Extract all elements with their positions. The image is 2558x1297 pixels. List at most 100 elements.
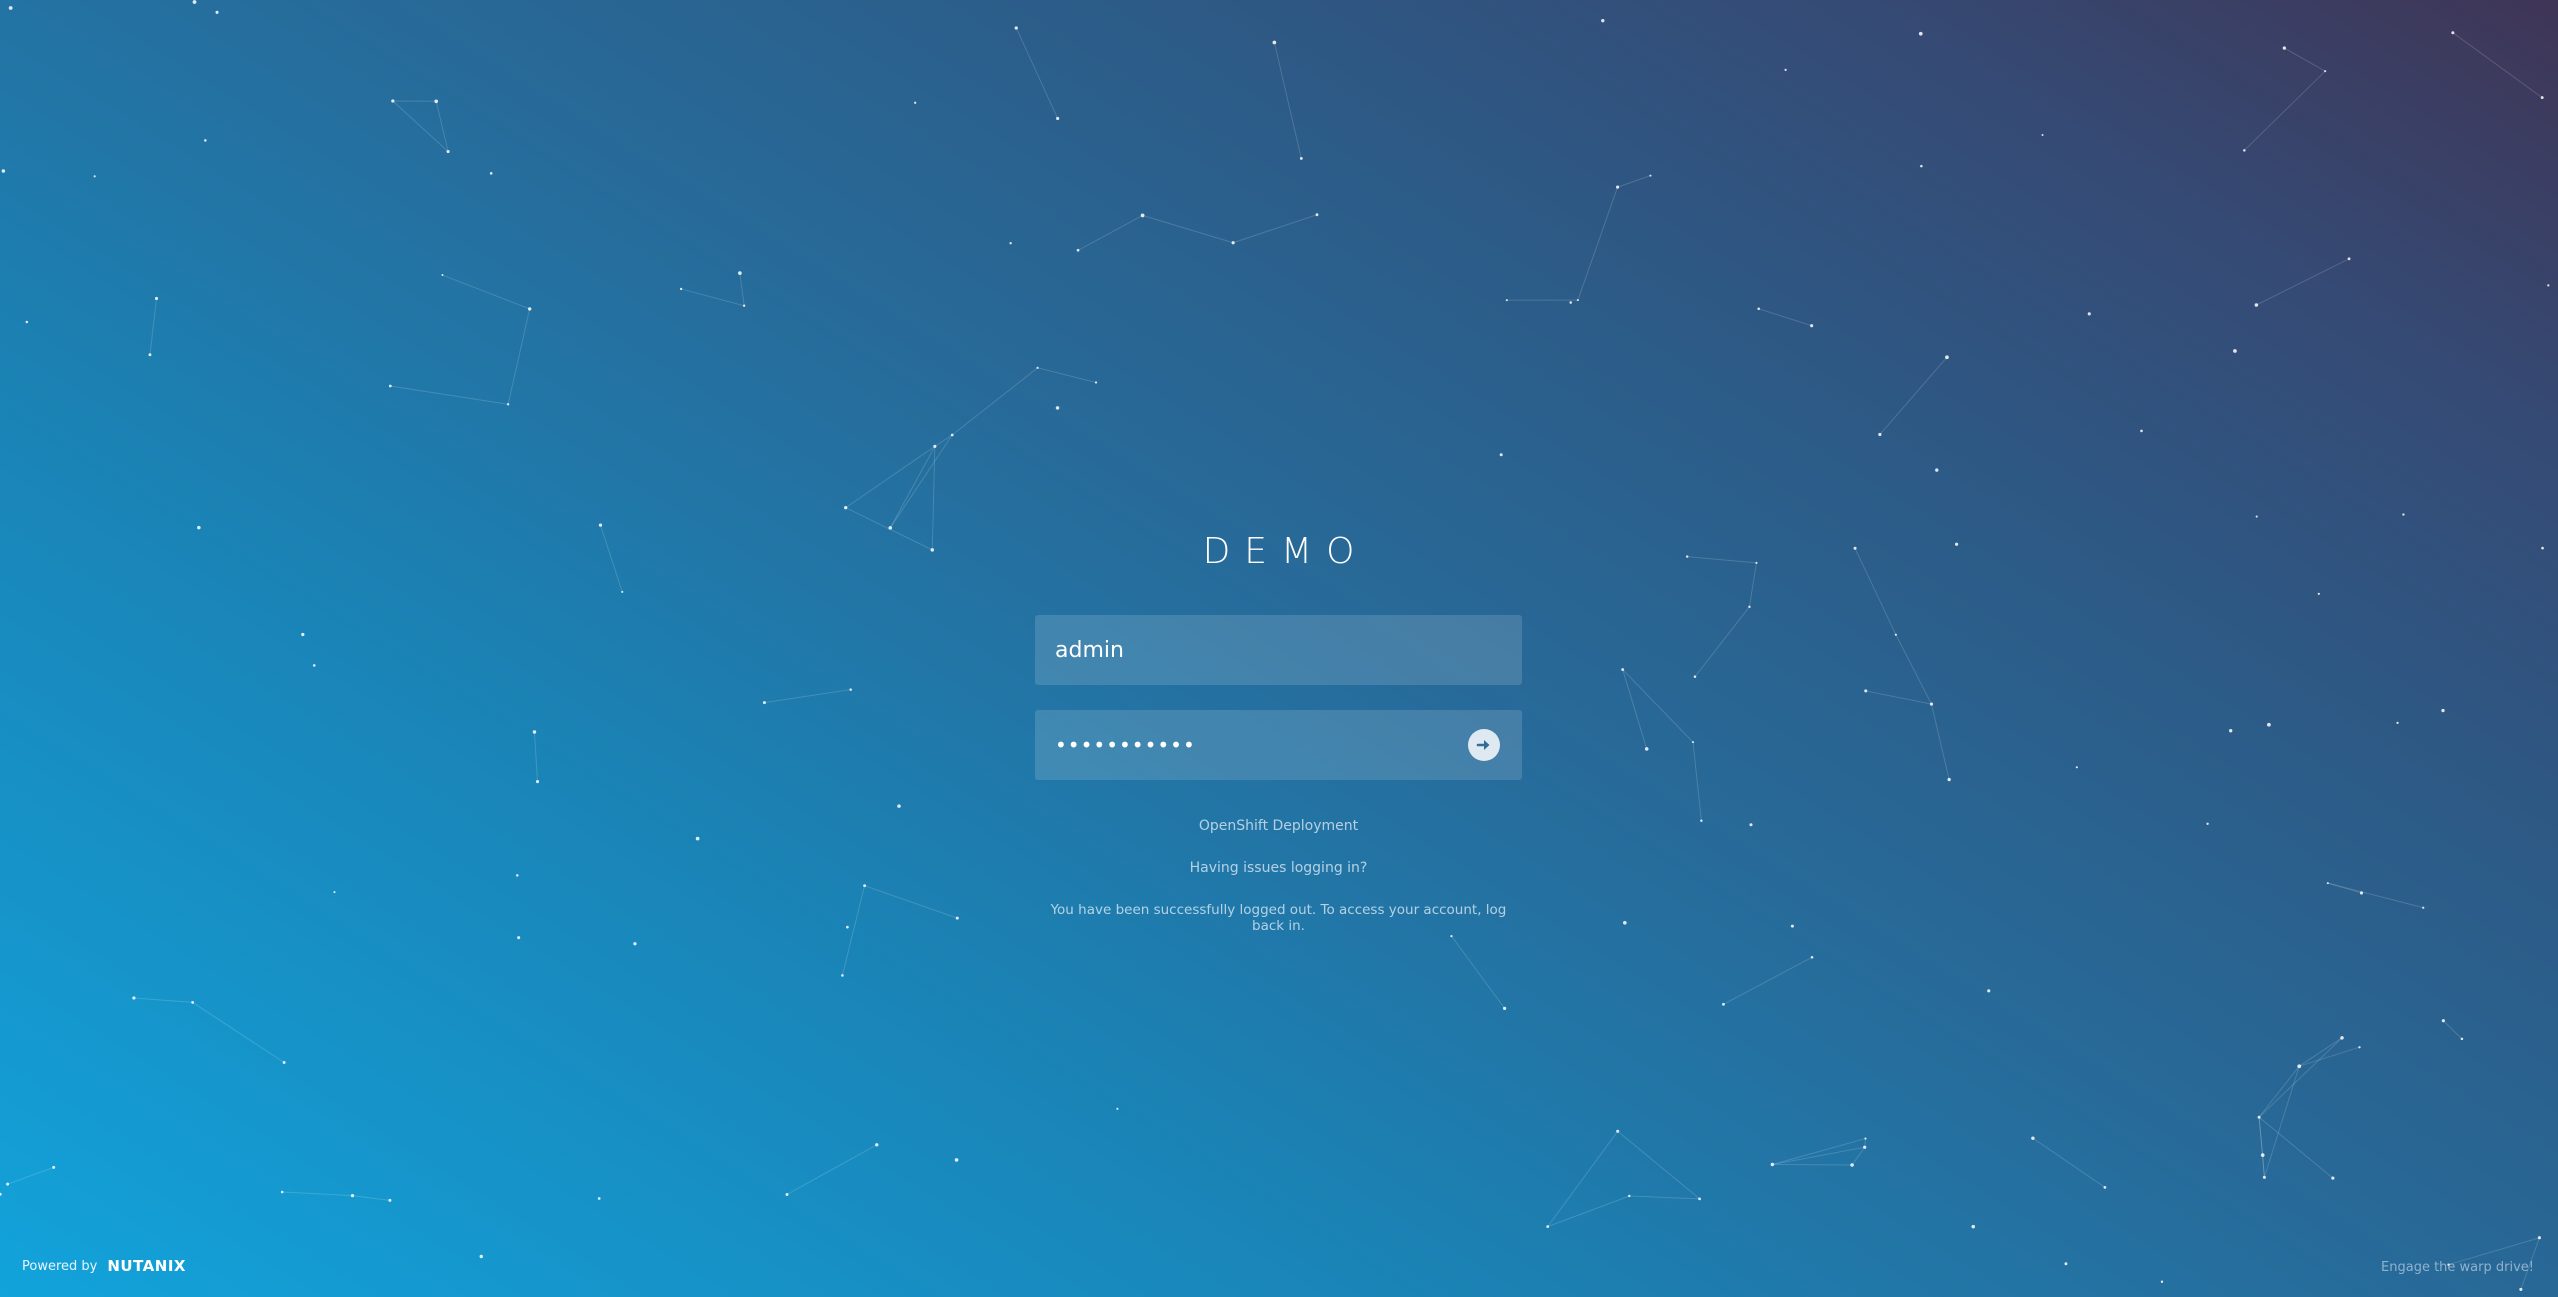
network-line [1629,1195,1700,1200]
network-dot [391,99,395,103]
network-line [533,732,539,782]
network-dot [897,804,901,808]
network-line [1723,956,1813,1005]
network-dot [2422,906,2425,909]
network-line [2258,1065,2300,1118]
network-line [2258,1116,2334,1179]
network-line [1748,562,1757,607]
network-line [1687,556,1757,564]
network-dot [1850,1163,1854,1167]
network-dot [8,6,13,10]
network-dot [1628,1194,1631,1198]
password-input[interactable] [1035,710,1522,780]
network-dot [742,304,746,307]
network-dot [2160,1280,2164,1283]
network-dot [930,548,935,552]
network-line [392,100,449,152]
network-line [390,385,509,405]
network-dot [1055,406,1060,410]
network-dot [1935,468,1939,472]
network-dot [2331,1176,2335,1180]
network-dot [388,384,392,388]
network-dot [516,874,519,877]
network-line [2298,1037,2343,1067]
network-dot [350,1194,355,1198]
deployment-link[interactable]: OpenShift Deployment [1035,818,1522,834]
network-dot [2441,1019,2445,1023]
network-dot [1784,68,1787,72]
network-dot [738,271,742,275]
network-dot [1863,1145,1867,1149]
network-dot [1569,301,1572,304]
login-help-link[interactable]: Having issues logging in? [1035,860,1522,876]
network-line [1854,548,1897,635]
network-dot [1621,668,1625,671]
network-line [841,885,866,976]
network-dot [695,836,700,841]
network-dot [132,996,136,1000]
network-line [1930,703,1950,780]
network-dot [1644,747,1649,751]
network-line [1577,186,1619,301]
network-line [2243,70,2326,151]
network-dot [597,1197,601,1200]
network-line [507,308,531,405]
network-dot [955,916,959,920]
network-dot [1505,299,1508,302]
powered-by-footer: Powered by NUTANIX [22,1257,186,1275]
network-line [1015,27,1059,119]
network-line [282,1191,353,1197]
network-line [2256,258,2350,306]
network-dot [1056,116,1060,121]
network-line [1037,367,1097,383]
network-dot [843,506,848,510]
network-dot [1864,1137,1867,1140]
network-dot [2255,515,2258,518]
network-dot [1315,213,1319,217]
nutanix-logo: NUTANIX [107,1257,186,1275]
network-line [1879,356,1948,435]
network-dot [1116,1107,1119,1110]
network-line [864,885,958,919]
network-line [1232,214,1318,244]
network-dot [2087,312,2091,316]
network-dot [2282,46,2287,50]
network-dot [52,1165,56,1169]
network-line [680,288,745,307]
network-line [2327,882,2424,909]
network-dot [1770,1162,1775,1167]
network-dot [280,1190,284,1194]
network-dot [489,172,493,175]
network-dot [2540,96,2544,99]
network-dot [282,1061,286,1064]
network-line [1694,606,1750,677]
login-submit-button[interactable] [1468,729,1500,761]
network-dot [950,433,954,437]
network-dot [1685,555,1689,558]
network-dot [192,0,197,4]
network-dot [2243,149,2246,152]
network-dot [2347,257,2351,261]
network-dot [2460,1037,2464,1041]
username-field-container [1035,615,1522,685]
network-dot [1722,1002,1725,1006]
network-line [931,446,936,550]
network-dot [333,891,336,894]
network-dot [441,274,444,277]
network-line [2443,1020,2463,1040]
network-dot [1987,989,1991,993]
network-dot [479,1254,483,1259]
network-dot [2519,1287,2523,1291]
network-dot [1755,561,1758,564]
network-dot [148,353,152,357]
network-dot [1757,307,1760,311]
network-dot [2547,284,2550,287]
network-dot [1094,381,1098,384]
network-dot [875,1143,879,1147]
network-line [2258,1117,2265,1178]
username-input[interactable] [1035,615,1522,685]
network-line [1895,634,1932,705]
network-line [951,367,1038,436]
network-line [2284,47,2326,72]
network-dot [679,287,683,291]
